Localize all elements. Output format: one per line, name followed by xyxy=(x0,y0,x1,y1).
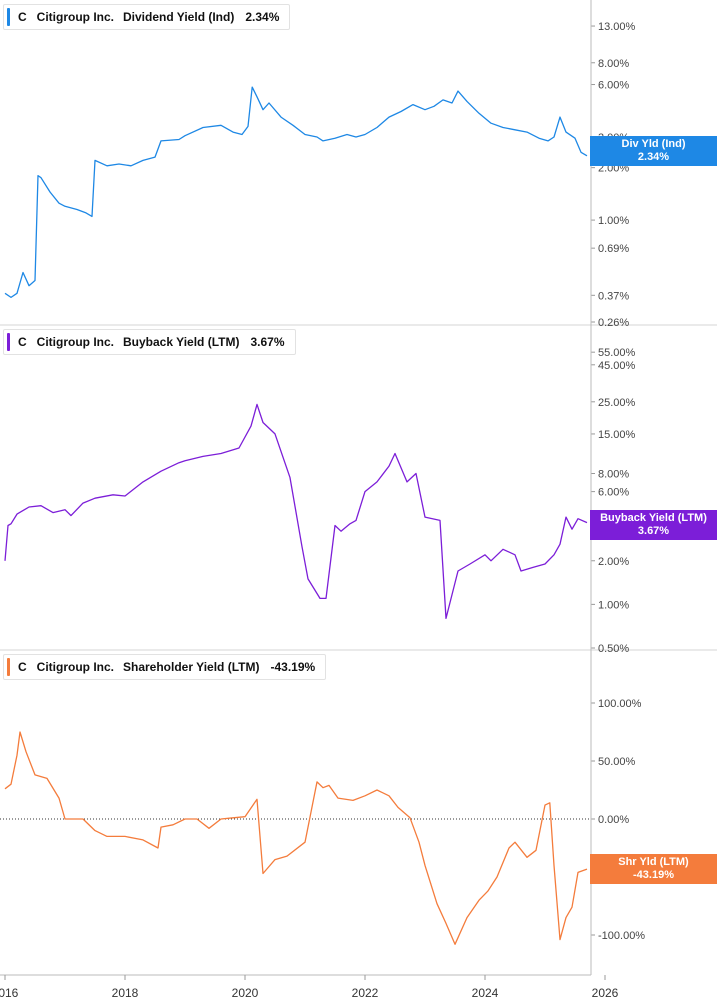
series-line-2 xyxy=(4,403,588,620)
legend-company: Citigroup Inc. xyxy=(36,660,114,674)
x-tick-label: 2016 xyxy=(0,986,19,1000)
value-tag-value: 2.34% xyxy=(637,151,670,163)
legend-swatch xyxy=(7,8,10,26)
legend-3: C Citigroup Inc. Shareholder Yield (LTM) -4… xyxy=(3,654,327,680)
panel-1: 0.26%0.37%0.69%1.00%2.00%3.00%6.00%8.00%… xyxy=(0,21,717,329)
series-line-1 xyxy=(4,86,588,299)
value-tag-3: Shr Yld (LTM) -43.19% xyxy=(590,854,717,884)
y-tick-label: 25.00% xyxy=(598,397,636,409)
y-tick-label: 8.00% xyxy=(598,58,629,70)
legend-metric: Shareholder Yield (LTM) xyxy=(123,660,260,674)
y-tick-label: 1.00% xyxy=(598,599,629,611)
y-tick-label: 8.00% xyxy=(598,469,629,481)
legend-metric: Buyback Yield (LTM) xyxy=(123,335,240,349)
value-tag-label: Div Yld (Ind) xyxy=(621,138,686,150)
legend-value: 3.67% xyxy=(250,335,285,349)
legend-2: C Citigroup Inc. Buyback Yield (LTM) 3.67% xyxy=(3,329,296,355)
value-tag-1: Div Yld (Ind) 2.34% xyxy=(590,136,717,166)
y-tick-label: 45.00% xyxy=(598,360,636,372)
y-tick-label: 0.26% xyxy=(598,317,629,329)
legend-value: 2.34% xyxy=(245,10,280,24)
y-tick-label: 0.69% xyxy=(598,243,629,255)
value-tag-value: 3.67% xyxy=(637,525,670,537)
x-axis: 2016 2018 2020 2022 2024 2026 xyxy=(0,974,619,1000)
y-tick-label: 0.37% xyxy=(598,290,629,302)
x-tick-label: 2026 xyxy=(592,986,619,1000)
legend-ticker: C xyxy=(18,335,27,349)
legend-1: C Citigroup Inc. Dividend Yield (Ind) 2.34% xyxy=(3,4,291,30)
value-tag-label: Shr Yld (LTM) xyxy=(618,856,689,868)
y-tick-label: 0.50% xyxy=(598,643,629,655)
y-tick-label: 55.00% xyxy=(598,347,636,359)
series-line-3 xyxy=(4,731,588,945)
y-tick-label: -100.00% xyxy=(598,930,645,942)
x-tick-label: 2024 xyxy=(472,986,499,1000)
y-tick-label: 50.00% xyxy=(598,756,636,768)
legend-swatch xyxy=(7,658,10,676)
x-tick-label: 2022 xyxy=(352,986,379,1000)
y-tick-label: 6.00% xyxy=(598,80,629,92)
y-tick-label: 0.00% xyxy=(598,814,629,826)
legend-company: Citigroup Inc. xyxy=(36,10,114,24)
legend-metric: Dividend Yield (Ind) xyxy=(123,10,235,24)
y-tick-label: 100.00% xyxy=(598,698,642,710)
legend-company: Citigroup Inc. xyxy=(36,335,114,349)
y-tick-label: 1.00% xyxy=(598,215,629,227)
x-tick-label: 2020 xyxy=(232,986,259,1000)
panel-3: -100.00%-50.00%0.00%50.00%100.00% xyxy=(0,698,645,945)
legend-ticker: C xyxy=(18,10,27,24)
value-tag-label: Buyback Yield (LTM) xyxy=(600,512,707,524)
panel-2: 0.50% 1.00% 2.00% 6.00% 8.00% 15.00% 25.00% 45.… xyxy=(0,347,717,655)
y-tick-label: 13.00% xyxy=(598,21,636,33)
y-tick-label: 2.00% xyxy=(598,556,629,568)
x-tick-label: 2018 xyxy=(112,986,139,1000)
legend-ticker: C xyxy=(18,660,27,674)
value-tag-value: -43.19% xyxy=(633,869,674,881)
legend-value: -43.19% xyxy=(270,660,316,674)
value-tag-2: Buyback Yield (LTM) 3.67% xyxy=(590,510,717,540)
legend-swatch xyxy=(7,333,10,351)
y-tick-label: 6.00% xyxy=(598,487,629,499)
y-tick-label: 15.00% xyxy=(598,429,636,441)
